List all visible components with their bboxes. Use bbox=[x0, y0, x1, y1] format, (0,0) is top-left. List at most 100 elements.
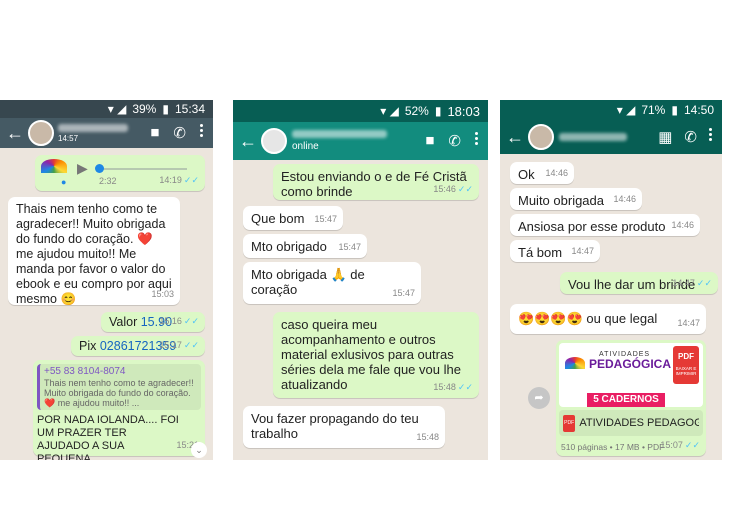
heart-emoji: ❤️ bbox=[136, 232, 153, 246]
battery-level: 71% bbox=[641, 103, 666, 117]
add-call-icon[interactable]: ✆ bbox=[684, 128, 697, 146]
outgoing-message-valor: Valor 15.90 15:16 ✓✓ bbox=[101, 312, 205, 332]
valor-label: Valor bbox=[109, 315, 141, 329]
message-time: 15:16 bbox=[159, 316, 182, 326]
message-time: 15:47 bbox=[314, 214, 337, 224]
menu-dots-icon[interactable] bbox=[709, 128, 712, 146]
message-text: Tá bom bbox=[518, 245, 563, 260]
outgoing-message: Vou lhe dar um brinde 14:47 ✓✓ bbox=[560, 272, 718, 294]
back-arrow-icon[interactable]: ← bbox=[6, 123, 24, 144]
message-time: 14:47 bbox=[672, 278, 695, 288]
read-ticks-icon: ✓✓ bbox=[183, 340, 199, 350]
chat-header: ← 14:57 ■ ✆ bbox=[0, 118, 213, 148]
message-text: Que bom bbox=[251, 211, 305, 226]
play-icon[interactable]: ▶ bbox=[77, 161, 88, 176]
mic-icon: ● bbox=[61, 177, 67, 187]
incoming-message: Tá bom 14:47 bbox=[510, 240, 600, 262]
menu-dots-icon[interactable] bbox=[475, 132, 478, 150]
smile-emoji: 😊 bbox=[60, 292, 77, 306]
message-time: 15:47 bbox=[392, 288, 415, 298]
doc-brand: PEDAGÓGICA bbox=[589, 357, 672, 371]
doc-pdf-badge: PDF BAIXAR E IMPRIMIR bbox=[673, 346, 699, 384]
video-call-icon[interactable]: ■ bbox=[150, 124, 159, 142]
phone-call-icon[interactable]: ✆ bbox=[448, 132, 461, 150]
forward-icon[interactable]: ➦ bbox=[528, 387, 550, 409]
message-text: Ok bbox=[518, 167, 535, 182]
message-text: Ansiosa por esse produto bbox=[518, 219, 666, 234]
clock: 18:03 bbox=[447, 103, 480, 119]
pix-label: Pix bbox=[79, 339, 100, 353]
signal-icons: ▾ ◢ bbox=[380, 104, 399, 118]
outgoing-message-pix: Pix 02861721359 15:17 ✓✓ bbox=[71, 336, 205, 356]
pdf-badge-text: PDF bbox=[678, 352, 694, 361]
read-ticks-icon: ✓✓ bbox=[183, 316, 199, 326]
reply-text: POR NADA IOLANDA.... FOI UM PRAZER TER A… bbox=[37, 414, 179, 460]
battery-icon: ▮ bbox=[162, 102, 169, 116]
phone-call-icon[interactable]: ✆ bbox=[173, 124, 186, 142]
read-ticks-icon: ✓✓ bbox=[457, 382, 473, 392]
contact-avatar[interactable] bbox=[28, 120, 54, 146]
book-icon bbox=[565, 357, 585, 369]
audio-message[interactable]: ● ▶ 2:32 14:19 ✓✓ bbox=[35, 155, 205, 191]
clock: 15:34 bbox=[174, 102, 205, 116]
audio-duration: 2:32 bbox=[99, 176, 117, 186]
contact-status: online bbox=[292, 141, 319, 152]
message-time: 14:46 bbox=[613, 194, 636, 204]
battery-icon: ▮ bbox=[434, 104, 442, 118]
message-text-cont: me ajudou muito!! Me manda por favor o v… bbox=[16, 247, 172, 306]
video-call-icon[interactable]: ■ bbox=[425, 132, 434, 150]
incoming-message: Que bom 15:47 bbox=[243, 206, 343, 230]
reply-message: +55 83 8104-8074 Thais nem tenho como te… bbox=[33, 360, 205, 460]
incoming-message: Mto obrigado 15:47 bbox=[243, 234, 367, 258]
doc-banner: 5 CADERNOS bbox=[587, 393, 665, 407]
document-preview[interactable]: ATIVIDADES PEDAGÓGICA PDF BAIXAR E IMPRI… bbox=[559, 343, 703, 407]
status-bar: ▾ ◢ 71% ▮ 14:50 bbox=[500, 100, 722, 120]
chat-screenshot-1: ▾ ◢ 39% ▮ 15:34 ← 14:57 ■ ✆ ● ▶ 2:32 14:… bbox=[0, 100, 213, 460]
contact-name-redacted bbox=[559, 133, 627, 141]
document-message[interactable]: ATIVIDADES PEDAGÓGICA PDF BAIXAR E IMPRI… bbox=[556, 340, 706, 456]
message-text: Mto obrigado bbox=[251, 239, 327, 254]
read-ticks-icon: ✓✓ bbox=[457, 184, 473, 194]
incoming-message: Thais nem tenho como te agradecer!! Muit… bbox=[8, 197, 180, 306]
message-time: 15:47 bbox=[338, 242, 361, 252]
last-seen: 14:57 bbox=[58, 133, 79, 143]
message-time: 15:03 bbox=[151, 289, 174, 299]
contact-avatar[interactable] bbox=[261, 128, 287, 154]
audio-progress-dot[interactable] bbox=[95, 164, 104, 173]
message-time: 15:17 bbox=[159, 340, 182, 350]
message-time: 14:46 bbox=[545, 168, 568, 178]
buy-label: BAIXAR E IMPRIMIR bbox=[675, 366, 697, 376]
incoming-message: Mto obrigada 🙏 de coração 15:47 bbox=[243, 262, 421, 304]
back-arrow-icon[interactable]: ← bbox=[506, 127, 524, 148]
scroll-down-icon[interactable]: ⌄ bbox=[191, 442, 207, 458]
message-time: 15:48 bbox=[416, 432, 439, 442]
status-bar: ▾ ◢ 39% ▮ 15:34 bbox=[0, 100, 213, 118]
back-arrow-icon[interactable]: ← bbox=[239, 131, 257, 152]
read-ticks-icon: ✓✓ bbox=[684, 440, 700, 450]
chat-header: ← ▦ ✆ bbox=[500, 120, 722, 154]
status-icons: ▾ ◢ bbox=[107, 102, 127, 116]
quoted-sender: +55 83 8104-8074 bbox=[44, 366, 126, 377]
message-time: 14:46 bbox=[671, 220, 694, 230]
document-file-row[interactable]: PDF ATIVIDADES PEDAGOGI... bbox=[559, 410, 703, 436]
message-time: 14:19 bbox=[159, 175, 182, 185]
signal-icons: ▾ ◢ bbox=[616, 103, 636, 117]
quoted-message[interactable]: +55 83 8104-8074 Thais nem tenho como te… bbox=[37, 364, 201, 410]
message-time: 14:47 bbox=[571, 246, 594, 256]
contact-name-redacted bbox=[58, 123, 128, 132]
chat-screenshot-3: ▾ ◢ 71% ▮ 14:50 ← ▦ ✆ Ok 14:46 Muito obr… bbox=[500, 100, 722, 460]
audio-progress-bar[interactable] bbox=[97, 168, 187, 170]
message-time: 15:48 bbox=[433, 382, 456, 392]
clock: 14:50 bbox=[683, 103, 714, 117]
chat-header: ← online ■ ✆ bbox=[233, 122, 488, 160]
battery-icon: ▮ bbox=[671, 103, 678, 117]
menu-dots-icon[interactable] bbox=[200, 124, 203, 142]
contact-avatar[interactable] bbox=[528, 124, 554, 150]
incoming-message: Vou fazer propagando do teu trabalho 15:… bbox=[243, 406, 445, 448]
store-icon[interactable]: ▦ bbox=[658, 128, 672, 146]
read-ticks-icon: ✓✓ bbox=[183, 175, 199, 185]
incoming-message: 😍😍😍😍 ou que legal 14:47 bbox=[510, 304, 706, 334]
document-name: ATIVIDADES PEDAGOGI... bbox=[579, 416, 699, 429]
message-text: Vou fazer propagando do teu trabalho bbox=[251, 411, 419, 441]
battery-level: 52% bbox=[404, 104, 429, 118]
